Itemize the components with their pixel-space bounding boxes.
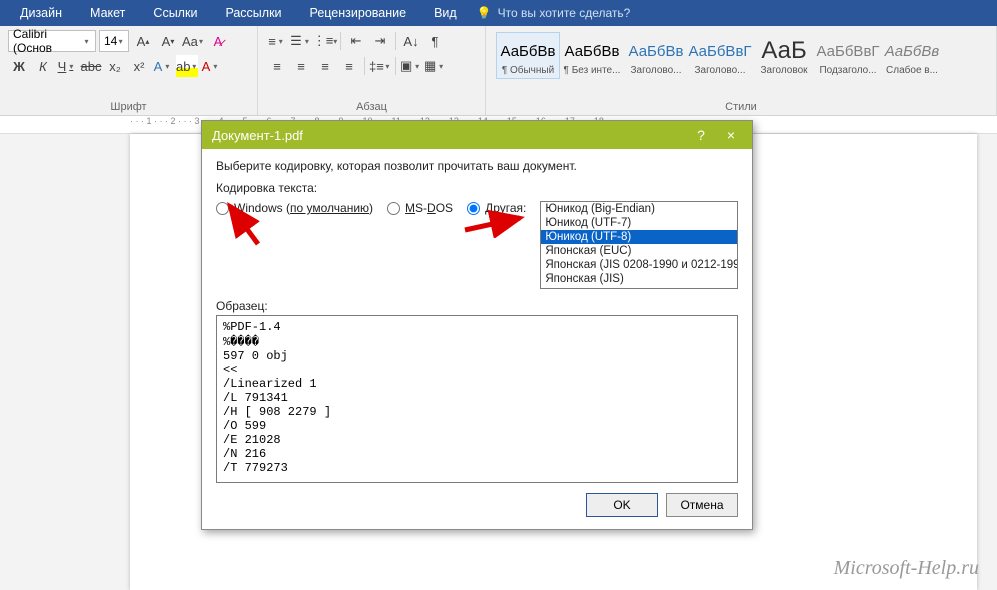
clear-formatting-icon[interactable]: A̷ bbox=[207, 30, 229, 52]
group-font: Calibri (Основ▾ 14▾ A▴ A▾ Aa▾ A̷ Ж К Ч▾ … bbox=[0, 26, 258, 115]
style-item-6[interactable]: АаБбВвСлабое в... bbox=[880, 32, 944, 79]
tab-review[interactable]: Рецензирование bbox=[296, 0, 421, 26]
style-name: Слабое в... bbox=[883, 65, 941, 76]
indent-icon[interactable]: ⇥ bbox=[369, 30, 391, 52]
radio-windows-input[interactable] bbox=[216, 202, 229, 215]
align-center-icon[interactable]: ≡ bbox=[290, 55, 312, 77]
style-item-4[interactable]: АаБЗаголовок bbox=[752, 32, 816, 79]
tab-mailings[interactable]: Рассылки bbox=[211, 0, 295, 26]
encoding-option[interactable]: Юникод (UTF-7) bbox=[541, 216, 737, 230]
radio-windows[interactable]: Windows (по умолчанию) bbox=[216, 201, 373, 215]
underline-button[interactable]: Ч▾ bbox=[56, 55, 78, 77]
style-preview: АаБбВвГ bbox=[691, 37, 749, 65]
style-name: ¶ Без инте... bbox=[563, 65, 621, 76]
align-right-icon[interactable]: ≡ bbox=[314, 55, 336, 77]
ok-button[interactable]: OK bbox=[586, 493, 658, 517]
radio-msdos[interactable]: MS-DOS bbox=[387, 201, 453, 215]
style-preview: АаБбВв bbox=[883, 37, 941, 65]
styles-gallery[interactable]: АаБбВв¶ ОбычныйАаБбВв¶ Без инте...АаБбВв… bbox=[494, 30, 988, 79]
align-left-icon[interactable]: ≡ bbox=[266, 55, 288, 77]
radio-msdos-input[interactable] bbox=[387, 202, 400, 215]
bold-button[interactable]: Ж bbox=[8, 55, 30, 77]
shading-icon[interactable]: ▣▾ bbox=[400, 55, 422, 77]
numbering-icon[interactable]: ☰▾ bbox=[290, 30, 312, 52]
change-case-icon[interactable]: Aa▾ bbox=[182, 30, 204, 52]
sort-icon[interactable]: A↓ bbox=[400, 30, 422, 52]
cancel-button[interactable]: Отмена bbox=[666, 493, 738, 517]
style-name: Заголовок bbox=[755, 65, 813, 76]
grow-font-icon[interactable]: A▴ bbox=[132, 30, 154, 52]
group-styles: АаБбВв¶ ОбычныйАаБбВв¶ Без инте...АаБбВв… bbox=[486, 26, 997, 115]
encoding-option[interactable]: Японская (JIS) bbox=[541, 272, 737, 286]
borders-icon[interactable]: ▦▾ bbox=[424, 55, 446, 77]
show-marks-icon[interactable]: ¶ bbox=[424, 30, 446, 52]
justify-icon[interactable]: ≡ bbox=[338, 55, 360, 77]
line-spacing-icon[interactable]: ‡≡▾ bbox=[369, 55, 391, 77]
sample-preview[interactable]: %PDF-1.4 %���� 597 0 obj << /Linearized … bbox=[216, 315, 738, 483]
style-name: ¶ Обычный bbox=[499, 65, 557, 76]
tell-me-search[interactable]: 💡 Что вы хотите сделать? bbox=[477, 6, 631, 20]
subscript-button[interactable]: x₂ bbox=[104, 55, 126, 77]
style-item-0[interactable]: АаБбВв¶ Обычный bbox=[496, 32, 560, 79]
tab-view[interactable]: Вид bbox=[420, 0, 471, 26]
dialog-close-button[interactable]: × bbox=[716, 127, 746, 143]
encoding-option[interactable]: Юникод (Big-Endian) bbox=[541, 202, 737, 216]
style-name: Подзаголо... bbox=[819, 65, 877, 76]
radio-other-label: Другая: bbox=[485, 201, 526, 215]
dialog-instruction: Выберите кодировку, которая позволит про… bbox=[216, 159, 738, 173]
group-font-label: Шрифт bbox=[8, 101, 249, 113]
sample-label: Образец: bbox=[216, 299, 738, 313]
tab-references[interactable]: Ссылки bbox=[139, 0, 211, 26]
ribbon-tabs: Дизайн Макет Ссылки Рассылки Рецензирова… bbox=[0, 0, 997, 26]
encoding-label: Кодировка текста: bbox=[216, 181, 738, 195]
dialog-help-button[interactable]: ? bbox=[686, 127, 716, 143]
dialog-title: Документ-1.pdf bbox=[212, 128, 303, 143]
shrink-font-icon[interactable]: A▾ bbox=[157, 30, 179, 52]
tab-layout[interactable]: Макет bbox=[76, 0, 139, 26]
style-item-2[interactable]: АаБбВвЗаголово... bbox=[624, 32, 688, 79]
ribbon: Calibri (Основ▾ 14▾ A▴ A▾ Aa▾ A̷ Ж К Ч▾ … bbox=[0, 26, 997, 116]
dialog-titlebar: Документ-1.pdf ? × bbox=[202, 121, 752, 149]
group-styles-label: Стили bbox=[494, 101, 988, 113]
style-preview: АаБбВв bbox=[563, 37, 621, 65]
encoding-option[interactable]: Японская (JIS 0208-1990 и 0212-1990) bbox=[541, 258, 737, 272]
style-name: Заголово... bbox=[627, 65, 685, 76]
italic-button[interactable]: К bbox=[32, 55, 54, 77]
style-item-5[interactable]: АаБбВвГПодзаголо... bbox=[816, 32, 880, 79]
style-preview: АаБ bbox=[755, 37, 813, 65]
text-effects-icon[interactable]: A▾ bbox=[152, 55, 174, 77]
watermark: Microsoft-Help.ru bbox=[834, 557, 979, 580]
group-paragraph: ≡▾ ☰▾ ⋮≡▾ ⇤ ⇥ A↓ ¶ ≡ ≡ ≡ ≡ ‡≡▾ ▣▾ ▦▾ bbox=[258, 26, 486, 115]
outdent-icon[interactable]: ⇤ bbox=[345, 30, 367, 52]
style-preview: АаБбВв bbox=[499, 37, 557, 65]
lightbulb-icon: 💡 bbox=[477, 6, 492, 20]
font-size-combo[interactable]: 14▾ bbox=[99, 30, 129, 52]
font-name-combo[interactable]: Calibri (Основ▾ bbox=[8, 30, 96, 52]
multilevel-icon[interactable]: ⋮≡▾ bbox=[314, 30, 336, 52]
superscript-button[interactable]: x² bbox=[128, 55, 150, 77]
style-item-1[interactable]: АаБбВв¶ Без инте... bbox=[560, 32, 624, 79]
group-paragraph-label: Абзац bbox=[266, 101, 477, 113]
radio-msdos-label: MS-DOS bbox=[405, 201, 453, 215]
style-item-3[interactable]: АаБбВвГЗаголово... bbox=[688, 32, 752, 79]
radio-windows-label: Windows (по умолчанию) bbox=[234, 201, 373, 215]
encoding-listbox[interactable]: Юникод (Big-Endian)Юникод (UTF-7)Юникод … bbox=[540, 201, 738, 289]
tell-me-text: Что вы хотите сделать? bbox=[498, 6, 631, 20]
encoding-option[interactable]: Юникод (UTF-8) bbox=[541, 230, 737, 244]
strike-button[interactable]: abc bbox=[80, 55, 102, 77]
tab-design[interactable]: Дизайн bbox=[6, 0, 76, 26]
highlight-icon[interactable]: ab▾ bbox=[176, 55, 198, 77]
radio-other-input[interactable] bbox=[467, 202, 480, 215]
style-preview: АаБбВвГ bbox=[819, 37, 877, 65]
style-name: Заголово... bbox=[691, 65, 749, 76]
file-conversion-dialog: Документ-1.pdf ? × Выберите кодировку, к… bbox=[201, 120, 753, 530]
bullets-icon[interactable]: ≡▾ bbox=[266, 30, 288, 52]
radio-other[interactable]: Другая: bbox=[467, 201, 526, 215]
style-preview: АаБбВв bbox=[627, 37, 685, 65]
font-color-icon[interactable]: A▾ bbox=[200, 55, 222, 77]
encoding-option[interactable]: Японская (EUC) bbox=[541, 244, 737, 258]
